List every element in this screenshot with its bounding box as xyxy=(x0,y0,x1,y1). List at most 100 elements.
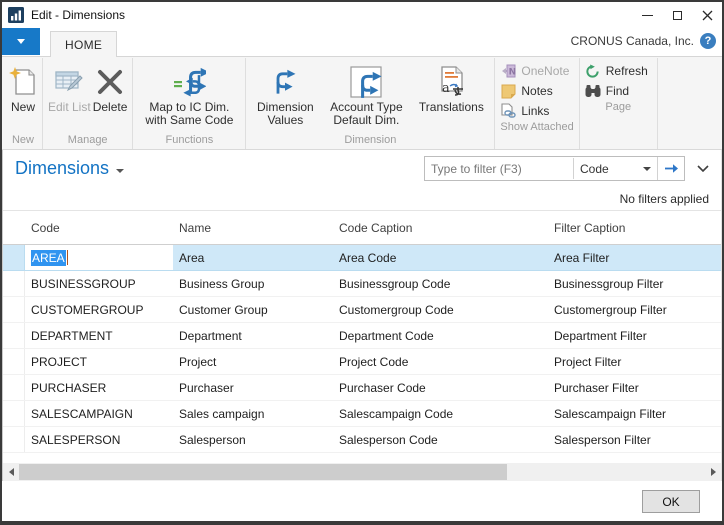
row-selector[interactable] xyxy=(3,401,25,426)
grid-cell[interactable]: Purchaser Code xyxy=(333,375,548,400)
row-selector[interactable] xyxy=(3,245,25,270)
grid-cell[interactable]: DEPARTMENT xyxy=(25,323,173,348)
new-button[interactable]: New xyxy=(9,61,37,114)
grid-cell[interactable]: Area Code xyxy=(333,245,548,270)
grid-cell[interactable]: Customergroup Filter xyxy=(548,297,721,322)
find-label: Find xyxy=(606,84,629,98)
grid-cell[interactable]: Department xyxy=(173,323,333,348)
row-selector[interactable] xyxy=(3,375,25,400)
grid-cell[interactable]: Department Code xyxy=(333,323,548,348)
grid-cell[interactable]: CUSTOMERGROUP xyxy=(25,297,173,322)
find-button[interactable]: Find xyxy=(585,82,652,100)
row-selector[interactable] xyxy=(3,323,25,348)
grid-cell[interactable]: Customer Group xyxy=(173,297,333,322)
group-label-new: New xyxy=(9,133,37,149)
grid-cell[interactable]: PURCHASER xyxy=(25,375,173,400)
grid-cell[interactable]: AREA xyxy=(25,245,173,270)
close-icon xyxy=(702,10,713,21)
grid-cell[interactable]: SALESPERSON xyxy=(25,427,173,452)
links-button[interactable]: Links xyxy=(500,102,573,120)
minimize-button[interactable] xyxy=(632,4,662,26)
refresh-button[interactable]: Refresh xyxy=(585,62,652,80)
group-label-show-attached: Show Attached xyxy=(500,120,573,136)
footer-bar: OK xyxy=(2,481,722,521)
close-button[interactable] xyxy=(692,4,722,26)
table-row[interactable]: PURCHASERPurchaserPurchaser CodePurchase… xyxy=(3,375,721,401)
tab-home[interactable]: HOME xyxy=(50,31,117,57)
table-row[interactable]: SALESCAMPAIGNSales campaignSalescampaign… xyxy=(3,401,721,427)
table-row[interactable]: PROJECTProjectProject CodeProject Filter xyxy=(3,349,721,375)
row-selector[interactable] xyxy=(3,297,25,322)
grid-cell[interactable]: BUSINESSGROUP xyxy=(25,271,173,296)
maximize-button[interactable] xyxy=(662,4,692,26)
grid-cell[interactable]: Project xyxy=(173,349,333,374)
account-type-default-dim-button[interactable]: Account Type Default Dim. xyxy=(321,61,411,127)
grid-cell[interactable]: Purchaser xyxy=(173,375,333,400)
ribbon-group-dimension: Dimension Values Account Type Default Di… xyxy=(246,58,495,149)
row-selector[interactable] xyxy=(3,349,25,374)
table-row[interactable]: DEPARTMENTDepartmentDepartment CodeDepar… xyxy=(3,323,721,349)
links-icon xyxy=(500,103,516,119)
page-header: Dimensions Code xyxy=(3,150,721,187)
scrollbar-thumb[interactable] xyxy=(19,464,507,480)
filter-column-dropdown[interactable]: Code xyxy=(573,158,657,179)
grid-cell[interactable]: Businessgroup Filter xyxy=(548,271,721,296)
grid-cell[interactable]: Salesperson Code xyxy=(333,427,548,452)
grid-cell[interactable]: SALESCAMPAIGN xyxy=(25,401,173,426)
help-icon[interactable]: ? xyxy=(700,33,716,49)
column-header-code[interactable]: Code xyxy=(25,221,173,235)
dimension-values-icon xyxy=(271,64,299,100)
find-icon xyxy=(585,83,601,99)
grid-cell[interactable]: Area Filter xyxy=(548,245,721,270)
horizontal-scrollbar[interactable] xyxy=(3,463,721,481)
grid-cell[interactable]: Customergroup Code xyxy=(333,297,548,322)
scrollbar-track[interactable] xyxy=(19,463,705,481)
filter-input[interactable] xyxy=(425,158,573,179)
ribbon-group-show-attached: N OneNote Notes xyxy=(495,58,579,149)
grid-cell[interactable]: Salescampaign Filter xyxy=(548,401,721,426)
translations-button[interactable]: a Translations xyxy=(413,61,489,114)
column-header-filter-caption-label: Filter Caption xyxy=(554,221,625,235)
grid-cell[interactable]: Sales campaign xyxy=(173,401,333,426)
refresh-label: Refresh xyxy=(606,64,648,78)
ok-button[interactable]: OK xyxy=(642,490,700,513)
row-selector[interactable] xyxy=(3,271,25,296)
table-row[interactable]: AREAAreaArea CodeArea Filter xyxy=(3,245,721,271)
grid-cell[interactable]: Salesperson xyxy=(173,427,333,452)
app-icon xyxy=(8,7,24,23)
filter-column-value: Code xyxy=(580,162,643,176)
grid-cell[interactable]: Salescampaign Code xyxy=(333,401,548,426)
grid-cell[interactable]: PROJECT xyxy=(25,349,173,374)
scroll-right-button[interactable] xyxy=(705,463,721,481)
map-to-ic-dim-button[interactable]: Map to IC Dim. with Same Code xyxy=(138,61,240,127)
page-title-dropdown-icon[interactable] xyxy=(116,169,124,173)
table-row[interactable]: CUSTOMERGROUPCustomer GroupCustomergroup… xyxy=(3,297,721,323)
grid-cell[interactable]: Department Filter xyxy=(548,323,721,348)
tab-home-label: HOME xyxy=(65,38,102,52)
ribbon: New New Edit List xyxy=(2,57,722,150)
row-selector[interactable] xyxy=(3,427,25,452)
chevron-down-icon xyxy=(697,165,709,172)
delete-button[interactable]: Delete xyxy=(93,61,128,114)
table-row[interactable]: SALESPERSONSalespersonSalesperson CodeSa… xyxy=(3,427,721,453)
expand-filter-pane-button[interactable] xyxy=(697,165,709,172)
column-header-code-caption[interactable]: Code Caption xyxy=(333,221,548,235)
grid-cell[interactable]: Business Group xyxy=(173,271,333,296)
grid-cell[interactable]: Project Filter xyxy=(548,349,721,374)
column-header-filter-caption[interactable]: Filter Caption xyxy=(548,221,721,235)
onenote-button[interactable]: N OneNote xyxy=(500,62,573,80)
grid-cell[interactable]: Salesperson Filter xyxy=(548,427,721,452)
column-header-name[interactable]: Name xyxy=(173,221,333,235)
links-label: Links xyxy=(521,104,549,118)
application-menu-button[interactable] xyxy=(2,28,40,55)
edit-list-button[interactable]: Edit List xyxy=(48,61,91,114)
table-row[interactable]: BUSINESSGROUPBusiness GroupBusinessgroup… xyxy=(3,271,721,297)
grid-cell[interactable]: Businessgroup Code xyxy=(333,271,548,296)
dimension-values-button[interactable]: Dimension Values xyxy=(251,61,319,127)
apply-filter-button[interactable] xyxy=(657,157,684,180)
notes-button[interactable]: Notes xyxy=(500,82,573,100)
scroll-left-button[interactable] xyxy=(3,463,19,481)
grid-cell[interactable]: Project Code xyxy=(333,349,548,374)
grid-cell[interactable]: Purchaser Filter xyxy=(548,375,721,400)
grid-cell[interactable]: Area xyxy=(173,245,333,270)
